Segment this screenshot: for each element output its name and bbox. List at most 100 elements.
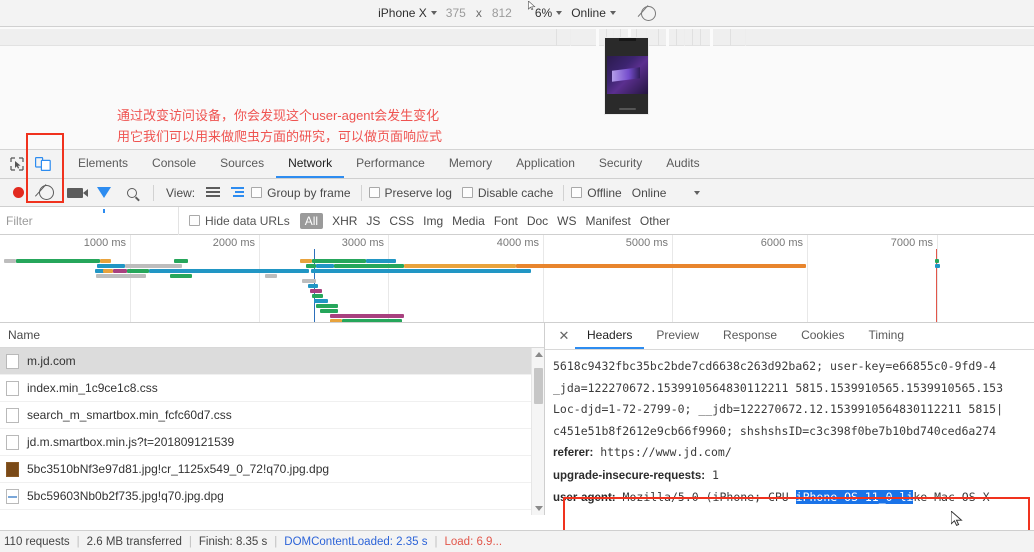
request-name: index.min_1c9ce1c8.css: [27, 381, 158, 395]
zoom-selector[interactable]: 6%: [535, 6, 563, 20]
filter-type-media[interactable]: Media: [452, 214, 485, 228]
page-render: [607, 56, 648, 94]
toggle-device-toolbar-button[interactable]: [30, 150, 56, 178]
search-button[interactable]: [118, 180, 146, 206]
status-separator: |: [434, 535, 438, 548]
tab-network[interactable]: Network: [276, 150, 345, 178]
filter-type-manifest[interactable]: Manifest: [586, 214, 631, 228]
tab-audits[interactable]: Audits: [654, 150, 711, 178]
request-name: jd.m.smartbox.min.js?t=201809121539: [27, 435, 235, 449]
request-list-scrollbar[interactable]: [531, 348, 544, 515]
table-row[interactable]: recommend_v2.min_b0e0815e.css: [0, 510, 544, 515]
waterfall-view-button[interactable]: [225, 180, 251, 206]
table-row[interactable]: 5bc3510bNf3e97d81.jpg!cr_1125x549_0_72!q…: [0, 456, 544, 483]
clear-button[interactable]: [32, 180, 60, 206]
filter-type-doc[interactable]: Doc: [527, 214, 548, 228]
tab-response[interactable]: Response: [711, 323, 789, 349]
tab-preview[interactable]: Preview: [644, 323, 711, 349]
document-icon: [6, 407, 19, 423]
inspect-element-button[interactable]: [4, 150, 30, 178]
scroll-down-arrow-icon[interactable]: [535, 506, 543, 511]
close-details-button[interactable]: close-icon ✕: [553, 323, 575, 349]
filter-type-font[interactable]: Font: [494, 214, 518, 228]
tab-elements[interactable]: Elements: [66, 150, 140, 178]
header-upgrade-insecure-requests: upgrade-insecure-requests: 1: [553, 465, 1034, 488]
scroll-up-arrow-icon[interactable]: [535, 352, 543, 357]
tab-memory[interactable]: Memory: [437, 150, 504, 178]
filter-type-xhr[interactable]: XHR: [332, 214, 357, 228]
disable-cache-checkbox[interactable]: Disable cache: [461, 186, 563, 200]
request-name: 5bc59603Nb0b2f735.jpg!q70.jpg.dpg: [27, 489, 224, 503]
camera-icon: [67, 187, 88, 198]
request-rows[interactable]: m.jd.com index.min_1c9ce1c8.css search_m…: [0, 348, 544, 515]
network-status-bar: 110 requests | 2.6 MB transferred | Fini…: [0, 530, 1034, 552]
viewport-ruler: [0, 29, 1034, 46]
header-key: referer:: [553, 447, 594, 459]
filter-type-js[interactable]: JS: [366, 214, 380, 228]
viewport-width-input[interactable]: 375: [446, 6, 466, 20]
header-line: _jda=122270672.1539910564830112211 5815.…: [553, 380, 1004, 395]
filter-input[interactable]: Filter: [0, 214, 178, 228]
filter-type-all[interactable]: All: [299, 212, 324, 229]
header-line: 5618c9432fbc35bc2bde7cd6638c263d92ba62; …: [553, 359, 997, 373]
column-header-name: Name: [8, 328, 41, 342]
overview-tick-1000: 1000 ms: [83, 237, 126, 249]
viewport-height-input[interactable]: 812: [492, 6, 512, 20]
chevron-down-icon: [556, 11, 563, 15]
device-viewport-preview[interactable]: [604, 37, 649, 115]
tab-sources[interactable]: Sources: [208, 150, 276, 178]
table-row[interactable]: jd.m.smartbox.min.js?t=201809121539: [0, 429, 544, 456]
device-notch: [619, 38, 636, 41]
document-icon: [6, 434, 19, 450]
tab-cookies[interactable]: Cookies: [789, 323, 856, 349]
filter-type-img[interactable]: Img: [423, 214, 443, 228]
request-list-header[interactable]: Name: [0, 323, 544, 348]
tab-headers[interactable]: Headers: [575, 323, 645, 349]
table-row[interactable]: 5bc59603Nb0b2f735.jpg!q70.jpg.dpg: [0, 483, 544, 510]
filter-toggle-button[interactable]: [90, 180, 118, 213]
hide-data-urls-checkbox[interactable]: Hide data URLs: [189, 214, 290, 228]
mouse-cursor-icon: [951, 511, 963, 527]
preserve-log-checkbox[interactable]: Preserve log: [368, 185, 462, 200]
record-button[interactable]: [4, 180, 32, 206]
group-by-frame-checkbox[interactable]: Group by frame: [251, 186, 360, 200]
annotation-line-2: 用它我们可以用来做爬虫方面的研究，可以做页面响应式: [117, 129, 443, 144]
list-view-button[interactable]: [201, 180, 225, 206]
record-icon: [12, 187, 24, 198]
capture-screenshots-button[interactable]: [60, 180, 90, 206]
device-selector[interactable]: iPhone X: [378, 6, 437, 20]
network-throttle-selector[interactable]: Online: [571, 6, 616, 20]
checkbox-icon: [461, 187, 473, 198]
filter-type-ws[interactable]: WS: [557, 214, 576, 228]
network-condition: Online: [571, 6, 606, 20]
tab-performance[interactable]: Performance: [344, 150, 437, 178]
checkbox-icon: [189, 215, 200, 226]
headers-content[interactable]: 5618c9432fbc35bc2bde7cd6638c263d92ba62; …: [545, 350, 1034, 515]
table-row[interactable]: m.jd.com: [0, 348, 544, 375]
filter-type-other[interactable]: Other: [640, 214, 670, 228]
tab-security[interactable]: Security: [587, 150, 654, 178]
device-viewport-area: 通过改变访问设备，你会发现这个user-agent会发生变化 用它我们可以用来做…: [0, 27, 1034, 150]
overview-tick-3000: 3000 ms: [341, 237, 384, 249]
header-line: c451e51b8f2612e9cb66f9960; shshshsID=c3c…: [553, 423, 997, 438]
offline-checkbox[interactable]: Offline: [571, 186, 631, 200]
tab-timing[interactable]: Timing: [856, 323, 916, 349]
user-agent-selected-text[interactable]: iPhone OS 11_0 li: [795, 490, 914, 504]
tab-application[interactable]: Application: [504, 150, 587, 178]
no-throttling-icon[interactable]: [640, 5, 656, 21]
device-name: iPhone X: [378, 6, 427, 20]
tab-console[interactable]: Console: [140, 150, 208, 178]
preserve-log-label: Preserve log: [384, 185, 452, 200]
table-row[interactable]: index.min_1c9ce1c8.css: [0, 375, 544, 402]
table-row[interactable]: search_m_smartbox.min_fcfc60d7.css: [0, 402, 544, 429]
throttling-selector[interactable]: Online: [632, 186, 701, 200]
devtools-panel: Elements Console Sources Network Perform…: [0, 150, 1034, 515]
filter-type-css[interactable]: CSS: [389, 214, 414, 228]
image-icon: [6, 461, 19, 477]
overview-tick-4000: 4000 ms: [496, 237, 539, 249]
overview-tick-2000: 2000 ms: [212, 237, 255, 249]
network-overview[interactable]: 1000 ms 2000 ms 3000 ms 4000 ms 5000 ms …: [0, 235, 1034, 323]
scrollbar-thumb[interactable]: [534, 368, 543, 404]
hide-data-urls-label: Hide data URLs: [205, 213, 290, 228]
chevron-down-icon: [430, 11, 437, 15]
